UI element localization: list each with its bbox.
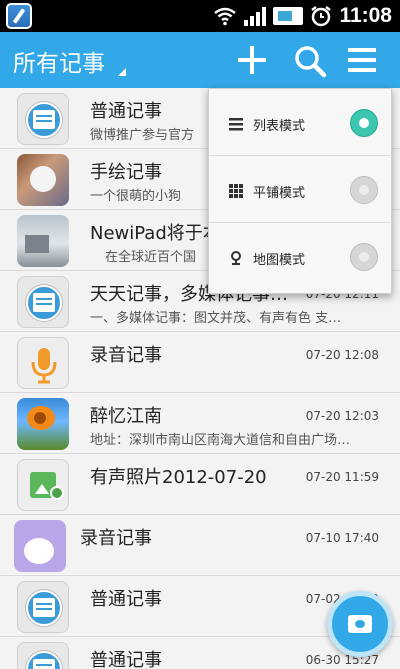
note-icon: [17, 581, 69, 633]
radio-unselected[interactable]: [350, 176, 378, 204]
note-title: 普通记事: [90, 589, 162, 610]
view-mode-list[interactable]: 列表模式: [209, 89, 393, 155]
add-note-button[interactable]: [236, 44, 268, 76]
grid-icon: [229, 184, 243, 198]
microphone-icon: [17, 337, 69, 389]
note-title: 录音记事: [80, 528, 152, 549]
note-title: 普通记事: [90, 650, 162, 669]
note-icon: [17, 276, 69, 328]
voice-photo-icon: [17, 459, 69, 511]
drawing-thumbnail: [17, 154, 69, 206]
note-title: 有声照片2012-07-20: [90, 467, 267, 488]
menu-icon[interactable]: [348, 46, 378, 74]
view-mode-menu: 列表模式 平铺模式 地图模式: [208, 88, 393, 294]
note-title: 普通记事: [90, 101, 162, 122]
radio-selected[interactable]: [350, 109, 378, 137]
dropdown-caret-icon[interactable]: [118, 68, 126, 76]
note-subtitle: 地址：深圳市南山区南海大道信和自由广场…: [90, 433, 351, 448]
note-icon: [17, 642, 69, 669]
list-item[interactable]: 录音记事 07-10 17:40: [0, 515, 400, 576]
list-item[interactable]: 录音记事 07-20 12:08: [0, 332, 400, 393]
battery-icon: [273, 7, 304, 25]
view-mode-tile[interactable]: 平铺模式: [209, 155, 393, 221]
signal-icon: [244, 6, 267, 26]
list-icon: [229, 118, 243, 131]
view-mode-label: 列表模式: [253, 119, 306, 134]
flower-thumbnail: [17, 398, 69, 450]
app-notification-icon: [6, 3, 32, 29]
camera-toolbox-button[interactable]: [327, 591, 393, 657]
note-date: 07-20 12:03: [305, 409, 379, 423]
alarm-clock-icon: [311, 6, 332, 27]
map-pin-icon: [231, 251, 241, 265]
note-date: 07-20 12:08: [305, 348, 379, 362]
category-dropdown-title[interactable]: 所有记事: [13, 44, 105, 78]
wifi-icon: [214, 7, 237, 26]
note-title: 录音记事: [90, 345, 162, 366]
clock-time: 11:08: [339, 4, 392, 27]
note-date: 07-10 17:40: [305, 531, 379, 545]
kitty-thumbnail: [14, 520, 66, 572]
note-title: NewiPad将于本: [90, 223, 221, 244]
list-item[interactable]: 有声照片2012-07-20 07-20 11:59: [0, 454, 400, 515]
status-bar: 11:08: [0, 0, 400, 32]
note-title: 醉忆江南: [90, 406, 162, 427]
note-date: 07-20 11:59: [305, 470, 379, 484]
note-title: 手绘记事: [90, 162, 162, 183]
top-app-bar: 所有记事: [0, 32, 400, 88]
view-mode-label: 平铺模式: [253, 186, 306, 201]
photo-thumbnail: [17, 215, 69, 267]
view-mode-map[interactable]: 地图模式: [209, 222, 393, 288]
search-icon[interactable]: [293, 44, 327, 78]
view-mode-label: 地图模式: [253, 253, 306, 268]
note-icon: [17, 93, 69, 145]
toolbox-icon: [348, 615, 372, 633]
radio-unselected[interactable]: [350, 243, 378, 271]
list-item[interactable]: 醉忆江南 07-20 12:03 地址：深圳市南山区南海大道信和自由广场…: [0, 393, 400, 454]
note-subtitle: 一、多媒体记事：图文并茂、有声有色 支…: [90, 311, 342, 326]
